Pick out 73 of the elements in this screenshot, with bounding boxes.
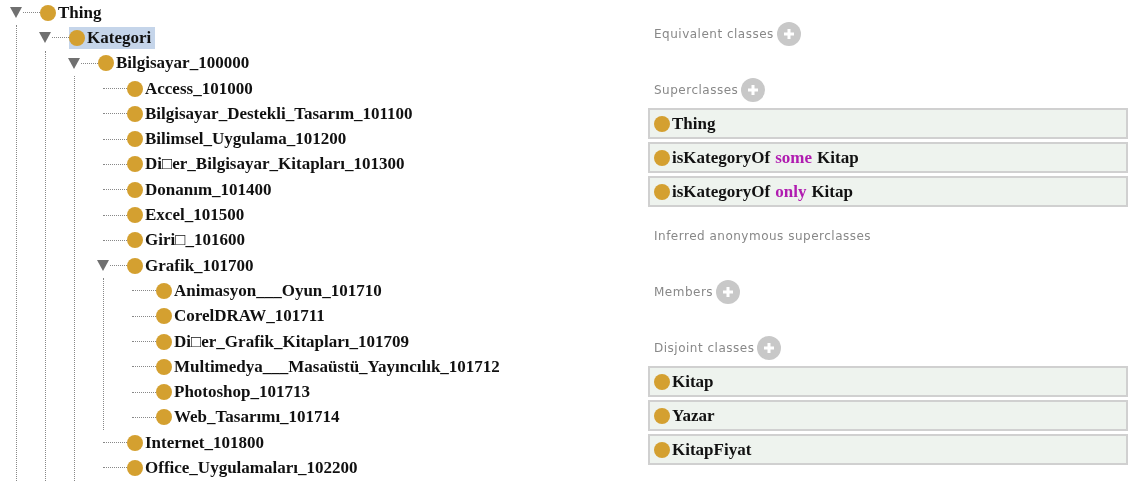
tree-item[interactable]: Office_Uygulamaları_102200 — [127, 457, 362, 479]
expanded-triangle-icon[interactable] — [10, 7, 22, 19]
class-name: isKategoryOf — [672, 180, 771, 203]
class-icon — [156, 333, 172, 350]
keyword: only — [775, 180, 807, 203]
class-name: Kitap — [811, 180, 853, 203]
keyword: some — [775, 146, 813, 169]
class-expression-row[interactable]: Kitap — [648, 366, 1128, 397]
class-icon — [127, 434, 143, 451]
class-icon — [127, 131, 143, 148]
class-icon — [156, 384, 172, 401]
class-icon — [127, 181, 143, 198]
section-title: Disjoint classes — [654, 340, 755, 357]
class-icon — [69, 29, 85, 46]
section-title: Members — [654, 284, 714, 301]
tree-item[interactable]: Multimedya___Masaüstü_Yayıncılık_101712 — [156, 355, 504, 378]
class-name: isKategoryOf — [672, 146, 771, 169]
class-icon — [127, 232, 143, 249]
class-icon — [654, 441, 670, 458]
class-icon — [654, 183, 670, 200]
class-expression-row[interactable]: isKategoryOf some Kitap — [648, 142, 1128, 173]
class-expression-row[interactable]: KitapFiyat — [648, 434, 1128, 465]
class-icon — [654, 407, 670, 424]
class-icon — [156, 282, 172, 299]
class-expression-row[interactable]: Yazar — [648, 400, 1128, 431]
tree-item[interactable]: Internet_101800 — [127, 431, 268, 454]
class-icon — [654, 373, 670, 390]
class-icon — [127, 105, 143, 122]
class-icon — [127, 207, 143, 223]
class-icon — [127, 460, 143, 476]
expanded-triangle-icon[interactable] — [68, 57, 80, 69]
class-name: Thing — [672, 112, 716, 135]
class-icon — [127, 80, 143, 97]
expanded-triangle-icon[interactable] — [39, 32, 51, 44]
tree-item[interactable]: Excel_101500 — [127, 204, 249, 226]
tree-item[interactable]: Photoshop_101713 — [156, 381, 315, 404]
class-icon — [40, 4, 56, 21]
class-icon — [156, 409, 172, 426]
tree-item[interactable]: Giri□_101600 — [127, 229, 249, 252]
tree-item[interactable]: Di□er_Grafik_Kitapları_101709 — [156, 330, 414, 353]
tree-item[interactable]: Bilimsel_Uygulama_101200 — [127, 128, 351, 151]
class-icon — [127, 257, 143, 274]
expanded-triangle-icon[interactable] — [97, 260, 109, 272]
section-title: Equivalent classes — [654, 26, 774, 43]
class-icon — [156, 358, 172, 375]
tree-item[interactable]: Di□er_Bilgisayar_Kitapları_101300 — [127, 153, 409, 176]
class-expression-row[interactable]: isKategoryOf only Kitap — [648, 176, 1128, 207]
tree-item[interactable]: CorelDRAW_101711 — [156, 305, 329, 328]
class-icon — [654, 149, 670, 166]
tree-item[interactable]: Grafik_101700 — [127, 254, 258, 277]
tree-item[interactable]: Thing — [40, 1, 106, 24]
plus-icon — [747, 84, 760, 96]
class-name: Kitap — [817, 146, 859, 169]
tree-item[interactable]: Kategori — [69, 26, 156, 49]
class-expression-row[interactable]: Thing — [648, 108, 1128, 139]
tree-item[interactable]: Web_Tasarımı_101714 — [156, 406, 344, 429]
plus-icon — [763, 342, 776, 354]
tree-item[interactable]: Bilgisayar_Destekli_Tasarım_101100 — [127, 102, 417, 125]
class-icon — [156, 308, 172, 325]
tree-item[interactable]: Bilgisayar_100000 — [98, 52, 254, 75]
class-icon — [98, 55, 114, 72]
tree-item[interactable]: Animasyon___Oyun_101710 — [156, 279, 386, 302]
plus-icon — [782, 28, 795, 40]
class-icon — [654, 115, 670, 132]
class-name: Yazar — [672, 404, 715, 427]
tree-item[interactable]: Access_101000 — [127, 77, 257, 100]
class-name: KitapFiyat — [672, 438, 752, 461]
class-name: Kitap — [672, 370, 714, 393]
class-icon — [127, 156, 143, 173]
section-title: Superclasses — [654, 82, 739, 99]
section-title: Inferred anonymous superclasses — [654, 228, 872, 245]
tree-item[interactable]: Donanım_101400 — [127, 178, 276, 201]
plus-icon — [722, 286, 735, 298]
